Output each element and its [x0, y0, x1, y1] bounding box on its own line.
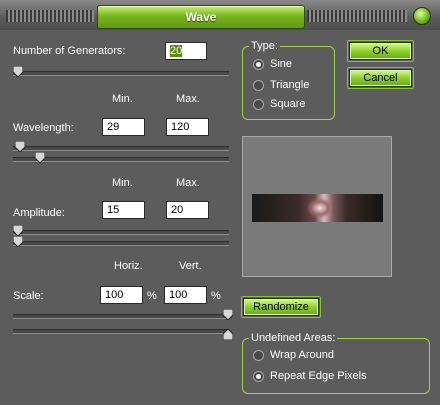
- wavelength-min-input[interactable]: 29: [102, 118, 145, 136]
- generators-slider-thumb[interactable]: [13, 66, 23, 77]
- close-icon[interactable]: [413, 7, 431, 25]
- scale-vert-slider[interactable]: [13, 329, 233, 340]
- scale-horiz-slider[interactable]: [13, 309, 233, 320]
- scale-horiz-thumb[interactable]: [223, 309, 233, 320]
- title-bar[interactable]: Wave: [0, 0, 440, 30]
- generators-slider[interactable]: [13, 66, 229, 77]
- wavelength-max-input[interactable]: 120: [166, 118, 209, 136]
- scale-horiz-header: Horiz.: [114, 260, 143, 272]
- wavelength-max-thumb[interactable]: [35, 152, 45, 163]
- amplitude-min-thumb[interactable]: [13, 225, 23, 236]
- type-square-radio[interactable]: [253, 98, 264, 110]
- type-group-title: Type:: [249, 40, 280, 52]
- type-square-label: Square: [270, 98, 306, 110]
- type-option-square[interactable]: Square: [253, 98, 305, 110]
- amplitude-max-slider[interactable]: [13, 236, 229, 247]
- undefined-option-wrap[interactable]: Wrap Around: [253, 349, 334, 361]
- window-title: Wave: [97, 5, 305, 29]
- wavelength-max-header: Max.: [176, 93, 200, 105]
- type-option-triangle[interactable]: Triangle: [253, 79, 309, 91]
- preview-image: [252, 194, 383, 222]
- generators-input[interactable]: 20: [165, 42, 207, 60]
- amplitude-max-input[interactable]: 20: [166, 201, 209, 219]
- wrap-around-radio[interactable]: [253, 349, 264, 361]
- type-triangle-label: Triangle: [270, 79, 310, 91]
- scale-vert-thumb[interactable]: [223, 329, 233, 340]
- scale-vert-unit: %: [211, 290, 221, 302]
- type-triangle-radio[interactable]: [253, 79, 264, 91]
- ok-button[interactable]: OK: [349, 42, 412, 60]
- wavelength-label: Wavelength:: [13, 122, 74, 134]
- amplitude-min-slider[interactable]: [13, 225, 229, 236]
- amplitude-min-input[interactable]: 15: [102, 201, 145, 219]
- generators-value: 20: [170, 45, 183, 57]
- scale-label: Scale:: [13, 290, 44, 302]
- repeat-edge-label: Repeat Edge Pixels: [270, 370, 367, 382]
- wavelength-min-slider[interactable]: [13, 141, 229, 152]
- amplitude-max-header: Max.: [176, 177, 200, 189]
- type-group: Type: Sine Triangle Square: [242, 40, 335, 120]
- scale-horiz-input[interactable]: 100: [100, 286, 143, 304]
- amplitude-label: Amplitude:: [13, 207, 65, 219]
- title-grip-left: [6, 10, 94, 22]
- generators-label: Number of Generators:: [13, 45, 126, 57]
- wrap-around-label: Wrap Around: [270, 349, 335, 361]
- scale-horiz-unit: %: [147, 290, 157, 302]
- undefined-areas-title: Undefined Areas:: [249, 332, 338, 344]
- randomize-button[interactable]: Randomize: [243, 298, 319, 316]
- wavelength-min-thumb[interactable]: [15, 141, 25, 152]
- type-sine-radio[interactable]: [253, 58, 264, 70]
- type-option-sine[interactable]: Sine: [253, 58, 292, 70]
- title-grip-right: [307, 10, 407, 22]
- type-sine-label: Sine: [270, 58, 293, 70]
- cancel-button[interactable]: Cancel: [349, 69, 412, 87]
- repeat-edge-radio[interactable]: [253, 370, 264, 382]
- wavelength-max-slider[interactable]: [13, 152, 229, 163]
- scale-vert-input[interactable]: 100: [164, 286, 207, 304]
- wavelength-min-header: Min.: [112, 93, 133, 105]
- scale-vert-header: Vert.: [179, 260, 202, 272]
- preview-area: [242, 136, 392, 277]
- amplitude-max-thumb[interactable]: [13, 236, 23, 247]
- amplitude-min-header: Min.: [112, 177, 133, 189]
- undefined-option-repeat[interactable]: Repeat Edge Pixels: [253, 370, 367, 382]
- undefined-areas-group: Undefined Areas: Wrap Around Repeat Edge…: [242, 332, 430, 394]
